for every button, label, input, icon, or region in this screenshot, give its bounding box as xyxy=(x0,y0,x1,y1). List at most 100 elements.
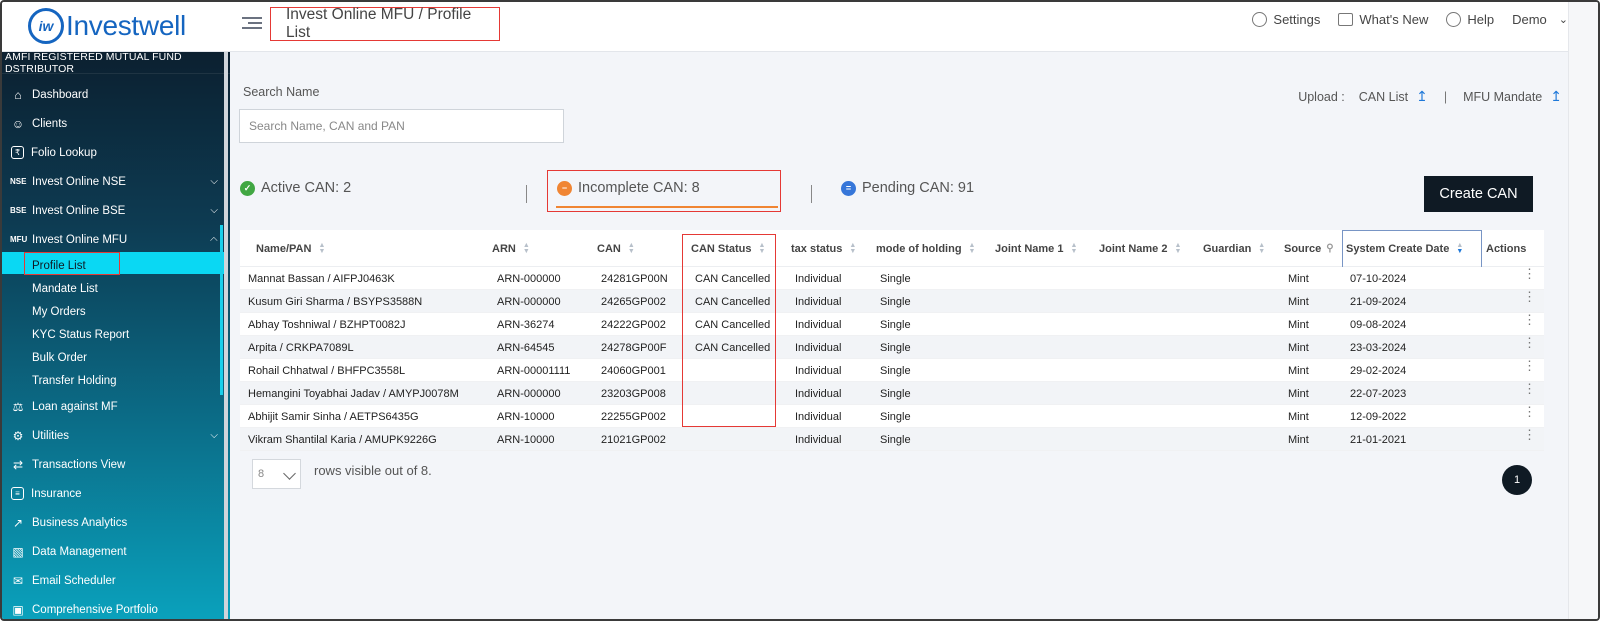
col-name-pan[interactable]: Name/PAN ▲ ▼ xyxy=(256,230,325,267)
cell-create-date: 09-08-2024 xyxy=(1350,318,1407,331)
cell-mode-of-holding: Single xyxy=(880,318,911,331)
sidebar-item-utilities[interactable]: ⚙ Utilities ⌵ xyxy=(2,421,230,450)
table-row[interactable]: Mannat Bassan / AIFPJ0463K ARN-000000 24… xyxy=(240,267,1544,290)
sidebar-item-invest-bse[interactable]: BSE Invest Online BSE ⌵ xyxy=(2,196,230,225)
stat-active-can[interactable]: ✓ Active CAN: 2 xyxy=(240,180,351,196)
sidebar-sub-my-orders[interactable]: My Orders xyxy=(2,300,230,323)
cell-can: 24265GP002 xyxy=(601,295,666,308)
create-can-button[interactable]: Create CAN xyxy=(1424,176,1533,212)
col-source[interactable]: Source ⚲ xyxy=(1284,230,1334,267)
hamburger-menu-icon[interactable] xyxy=(242,14,262,34)
active-can-label: Active CAN: 2 xyxy=(261,180,352,196)
stat-pending-can[interactable]: = Pending CAN: 91 xyxy=(841,180,974,196)
mail-icon: ✉ xyxy=(12,573,24,588)
sidebar-sub-label: Transfer Holding xyxy=(32,374,117,387)
cell-source: Mint xyxy=(1288,387,1309,400)
cell-tax-status: Individual xyxy=(795,341,842,354)
table-row[interactable]: Hemangini Toyabhai Jadav / AMYPJ0078M AR… xyxy=(240,382,1544,405)
search-input[interactable] xyxy=(239,109,564,143)
sidebar-scrollbar[interactable] xyxy=(224,52,228,619)
table-row[interactable]: Rohail Chhatwal / BHFPC3558L ARN-0000111… xyxy=(240,359,1544,382)
sidebar-item-label: Invest Online BSE xyxy=(32,204,126,217)
database-icon: ▧ xyxy=(12,544,24,559)
investwell-logo[interactable]: iw Investwell xyxy=(28,8,186,44)
upload-mfu-mandate-link[interactable]: MFU Mandate ↥ xyxy=(1463,88,1562,105)
sidebar-sub-mandate-list[interactable]: Mandate List xyxy=(2,277,230,300)
page-scrollbar[interactable] xyxy=(1568,2,1598,619)
more-actions-icon[interactable]: ⋮ xyxy=(1523,382,1536,395)
col-label: Joint Name 2 xyxy=(1099,242,1168,255)
sidebar-item-label: Business Analytics xyxy=(32,516,128,529)
table-row[interactable]: Abhijit Samir Sinha / AETPS6435G ARN-100… xyxy=(240,405,1544,428)
cell-can: 24278GP00F xyxy=(601,341,667,354)
whats-new-link[interactable]: What's New xyxy=(1338,12,1428,27)
top-bar: iw Investwell Invest Online MFU / Profil… xyxy=(2,2,1598,52)
sidebar-sub-kyc-status[interactable]: KYC Status Report xyxy=(2,323,230,346)
col-joint-name-1[interactable]: Joint Name 1 ▲ ▼ xyxy=(995,230,1077,267)
table-row[interactable]: Abhay Toshniwal / BZHPT0082J ARN-36274 2… xyxy=(240,313,1544,336)
col-mode-of-holding[interactable]: mode of holding ▲ ▼ xyxy=(876,230,975,267)
table-body: Mannat Bassan / AIFPJ0463K ARN-000000 24… xyxy=(240,267,1544,451)
loan-icon: ⚖ xyxy=(12,399,24,414)
sidebar-item-analytics[interactable]: ↗ Business Analytics xyxy=(2,508,230,537)
rows-visible-text: rows visible out of 8. xyxy=(314,463,432,478)
sort-icon: ▲ ▼ xyxy=(627,241,635,255)
sidebar-sub-transfer-holding[interactable]: Transfer Holding xyxy=(2,369,230,392)
help-link[interactable]: Help xyxy=(1446,12,1494,27)
sidebar-item-loan[interactable]: ⚖ Loan against MF xyxy=(2,392,230,421)
cell-tax-status: Individual xyxy=(795,295,842,308)
col-guardian[interactable]: Guardian ▲ ▼ xyxy=(1203,230,1265,267)
sidebar-item-insurance[interactable]: ≡ Insurance xyxy=(2,479,230,508)
sidebar-item-email-scheduler[interactable]: ✉ Email Scheduler xyxy=(2,566,230,595)
search-icon[interactable]: ⚲ xyxy=(1326,243,1333,254)
sort-icon: ▲ ▼ xyxy=(1258,241,1266,255)
sidebar-item-folio-lookup[interactable]: ₹ Folio Lookup xyxy=(2,138,230,167)
cell-tax-status: Individual xyxy=(795,318,842,331)
table-row[interactable]: Kusum Giri Sharma / BSYPS3588N ARN-00000… xyxy=(240,290,1544,313)
col-label: Joint Name 1 xyxy=(995,242,1064,255)
rows-per-page-select[interactable]: 8 xyxy=(252,459,301,489)
chat-icon xyxy=(1338,13,1354,26)
sidebar-sub-bulk-order[interactable]: Bulk Order xyxy=(2,346,230,369)
sidebar-item-clients[interactable]: ☺ Clients xyxy=(2,109,230,138)
cell-arn: ARN-64545 xyxy=(497,341,555,354)
cell-create-date: 22-07-2023 xyxy=(1350,387,1407,400)
col-joint-name-2[interactable]: Joint Name 2 ▲ ▼ xyxy=(1099,230,1181,267)
sort-icon: ▲ ▼ xyxy=(968,241,976,255)
more-actions-icon[interactable]: ⋮ xyxy=(1523,267,1536,280)
more-actions-icon[interactable]: ⋮ xyxy=(1523,405,1536,418)
sidebar-item-invest-nse[interactable]: NSE Invest Online NSE ⌵ xyxy=(2,167,230,196)
table-row[interactable]: Vikram Shantilal Karia / AMUPK9226G ARN-… xyxy=(240,428,1544,451)
cell-can: 24222GP002 xyxy=(601,318,666,331)
more-actions-icon[interactable]: ⋮ xyxy=(1523,359,1536,372)
settings-label: Settings xyxy=(1273,12,1321,27)
upload-label: Upload : xyxy=(1298,89,1345,104)
settings-link[interactable]: Settings xyxy=(1252,12,1320,27)
col-label: System Create Date xyxy=(1346,242,1450,255)
help-label: Help xyxy=(1467,12,1495,27)
more-actions-icon[interactable]: ⋮ xyxy=(1523,290,1536,303)
col-arn[interactable]: ARN ▲ ▼ xyxy=(492,230,530,267)
stat-incomplete-can[interactable]: − Incomplete CAN: 8 xyxy=(557,180,700,196)
table-header: Name/PAN ▲ ▼ ARN ▲ ▼ CAN ▲ ▼ CAN Status ▲ ▼ tax … xyxy=(240,230,1544,267)
user-menu[interactable]: Demo ⌄ xyxy=(1512,12,1568,27)
sidebar-item-label: Clients xyxy=(32,117,68,130)
upload-can-list-link[interactable]: CAN List ↥ xyxy=(1359,88,1428,105)
more-actions-icon[interactable]: ⋮ xyxy=(1523,336,1536,349)
col-tax-status[interactable]: tax status ▲ ▼ xyxy=(791,230,856,267)
sidebar-item-dashboard[interactable]: ⌂ Dashboard xyxy=(2,80,230,109)
sidebar-item-comprehensive-portfolio[interactable]: ▣ Comprehensive Portfolio xyxy=(2,595,230,619)
col-system-create-date[interactable]: System Create Date ▲ ▼ xyxy=(1346,230,1463,267)
table-row[interactable]: Arpita / CRKPA7089L ARN-64545 24278GP00F… xyxy=(240,336,1544,359)
sidebar-item-transactions[interactable]: ⇄ Transactions View xyxy=(2,450,230,479)
sidebar-sub-profile-list[interactable]: Profile List xyxy=(2,254,230,277)
more-actions-icon[interactable]: ⋮ xyxy=(1523,313,1536,326)
page-button-1[interactable]: 1 xyxy=(1502,465,1532,495)
insurance-icon: ≡ xyxy=(11,487,24,500)
sidebar-item-invest-mfu[interactable]: MFU Invest Online MFU ⌵ xyxy=(2,225,230,254)
top-links: Settings What's New Help Demo ⌄ xyxy=(1252,12,1568,27)
more-actions-icon[interactable]: ⋮ xyxy=(1523,428,1536,441)
sidebar-item-data-management[interactable]: ▧ Data Management xyxy=(2,537,230,566)
col-can[interactable]: CAN ▲ ▼ xyxy=(597,230,635,267)
sidebar-item-label: Transactions View xyxy=(32,458,126,471)
